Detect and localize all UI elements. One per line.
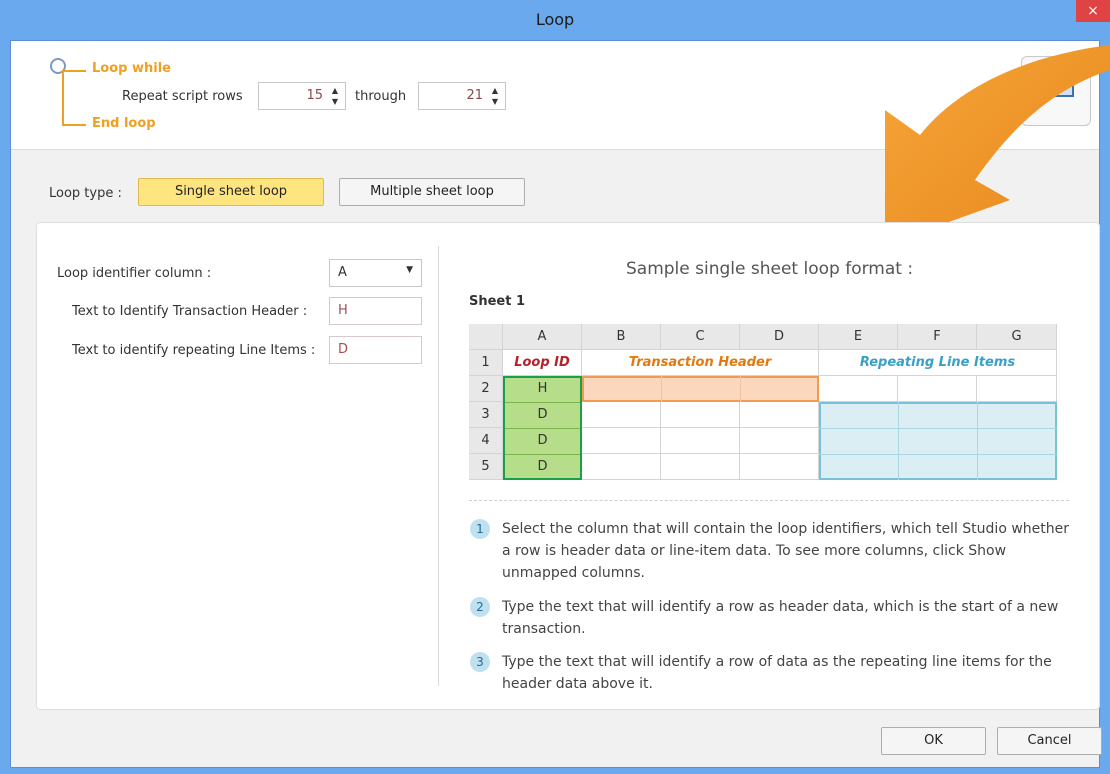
chevron-down-icon: ▼ [406,265,413,275]
line-items-text-input[interactable]: D [329,336,422,364]
repeating-line-items-block [819,402,1057,480]
grid-cell [740,428,819,454]
grid-cell [740,454,819,480]
identifier-cell: D [537,407,548,422]
dialog-title: Loop [535,10,575,29]
from-row-value: 15 [306,88,323,103]
row-header: 2 [469,376,503,402]
block-divider [740,376,741,402]
row-header: 5 [469,454,503,480]
sample-title: Sample single sheet loop format : [626,259,914,279]
loop-id-heading: Loop ID [503,350,582,376]
grid-cell [661,454,740,480]
loop-bracket-bottom [62,124,86,126]
column-header: F [898,324,977,350]
grid-cell [898,376,977,402]
column-header: G [977,324,1057,350]
column-header: D [740,324,819,350]
column-header: E [819,324,898,350]
transaction-header-heading: Transaction Header [582,350,819,376]
close-button[interactable]: × [1076,0,1110,22]
grid-cell [582,428,661,454]
ok-button[interactable]: OK [881,727,986,755]
loop-while-label: Loop while [92,61,171,76]
cancel-button[interactable]: Cancel [997,727,1102,755]
grid-cell [661,402,740,428]
end-loop-label: End loop [92,116,156,131]
to-row-stepper[interactable]: 21 ▲ ▼ [418,82,506,110]
panel-divider [438,246,439,686]
block-divider [819,454,1057,455]
grid-corner [469,324,503,350]
block-divider [977,402,978,480]
column-header: B [582,324,661,350]
from-row-stepper[interactable]: 15 ▲ ▼ [258,82,346,110]
instructions-divider [469,500,1069,501]
identifier-cell: H [537,381,548,396]
loop-type-label: Loop type : [49,186,122,201]
grid-cell [977,376,1057,402]
grid-cell [740,402,819,428]
identifier-column-dropdown[interactable]: A ▼ [329,259,422,287]
multiple-sheet-loop-button[interactable]: Multiple sheet loop [339,178,525,206]
repeat-rows-label: Repeat script rows [122,89,243,104]
step-text: Type the text that will identify a row o… [502,654,1052,692]
column-header: A [503,324,582,350]
identifier-column-label: Loop identifier column : [57,266,212,281]
step-text: Select the column that will contain the … [502,521,1069,581]
row-header: 3 [469,402,503,428]
header-text-input[interactable]: H [329,297,422,325]
step-number-badge: 1 [470,519,490,539]
row-header: 1 [469,350,503,376]
loop-bracket-icon [62,72,64,124]
line-items-text-label: Text to identify repeating Line Items : [72,343,316,358]
header-text-label: Text to Identify Transaction Header : [72,304,308,319]
grid-cell [582,402,661,428]
stepper-arrows-icon[interactable]: ▲ ▼ [329,85,341,107]
loop-bracket-top [62,70,86,72]
sheet-name: Sheet 1 [469,294,526,309]
identifier-cell: D [537,459,548,474]
through-label: through [355,89,407,104]
transaction-header-block [582,376,819,402]
block-divider [661,376,662,402]
identifier-cell: D [537,433,548,448]
step-text: Type the text that will identify a row a… [502,599,1059,637]
grid-cell [819,376,898,402]
step-number-badge: 3 [470,652,490,672]
to-row-value: 21 [466,88,483,103]
block-divider [898,402,899,480]
column-header: C [661,324,740,350]
block-divider [819,428,1057,429]
repeating-line-items-heading: Repeating Line Items [819,350,1057,376]
single-sheet-loop-button[interactable]: Single sheet loop [138,178,324,206]
grid-cell [661,428,740,454]
step-number-badge: 2 [470,597,490,617]
stepper-arrows-icon[interactable]: ▲ ▼ [489,85,501,107]
row-header: 4 [469,428,503,454]
identifier-column-value: A [338,265,347,280]
sample-sheet-grid: A B C D E F G 1 2 3 4 5 Loop ID Transact… [469,324,1059,480]
grid-cell [582,454,661,480]
